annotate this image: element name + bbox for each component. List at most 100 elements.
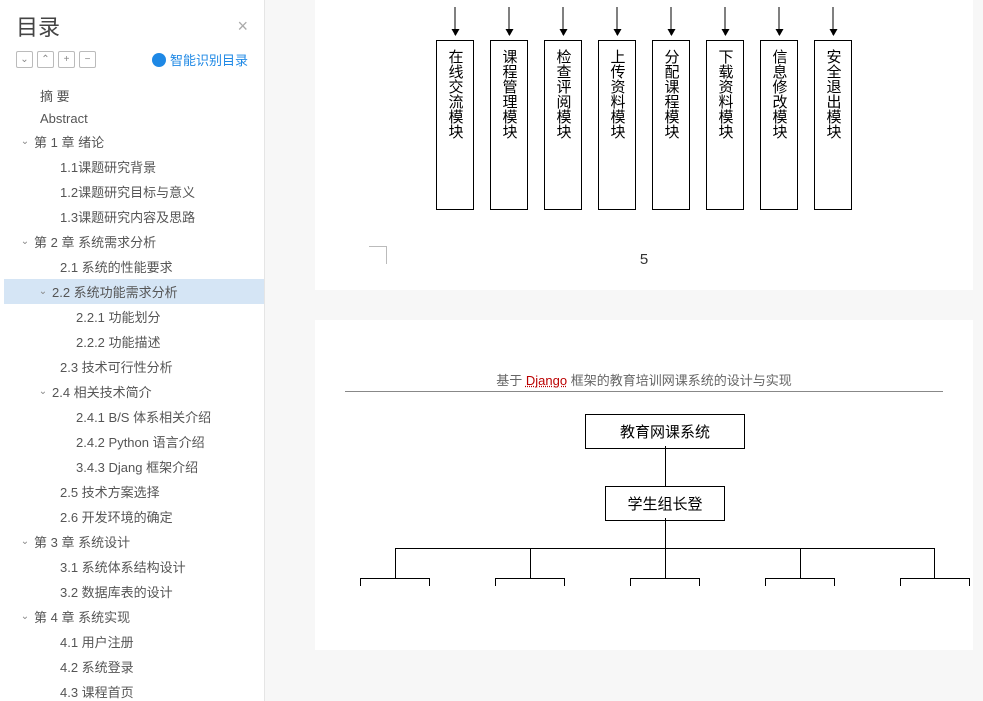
toolbar-icons: ⌄ ⌃ + − xyxy=(16,51,96,68)
diagram-connector xyxy=(665,518,666,548)
module-box: 安全退出模块 xyxy=(814,40,852,210)
toc-item[interactable]: 4.3 课程首页 xyxy=(4,679,264,701)
diagram-connector xyxy=(665,548,666,578)
toc-item[interactable]: ⌄第 4 章 系统实现 xyxy=(4,604,264,629)
module-label: 信息修改模块 xyxy=(769,49,790,139)
toc-item-label: 第 2 章 系统需求分析 xyxy=(32,232,156,251)
module-box: 上传资料模块 xyxy=(598,40,636,210)
toc-list[interactable]: 摘 要Abstract⌄第 1 章 绪论1.1课题研究背景1.2课题研究目标与意… xyxy=(0,79,264,701)
toc-item[interactable]: 摘 要 xyxy=(4,83,264,108)
diagram-box-partial xyxy=(495,578,565,586)
chevron-down-icon[interactable]: ⌄ xyxy=(18,611,32,622)
arrow-icon xyxy=(455,7,456,35)
diagram-box-partial xyxy=(360,578,430,586)
arrow-icon xyxy=(563,7,564,35)
toc-item-label: 2.5 技术方案选择 xyxy=(58,482,160,501)
diagram-box-partial xyxy=(765,578,835,586)
module-box: 分配课程模块 xyxy=(652,40,690,210)
toc-item-label: 2.4.1 B/S 体系相关介绍 xyxy=(74,407,211,426)
toc-item-label: 2.4 相关技术简介 xyxy=(50,382,152,401)
toc-title: 目录 xyxy=(16,10,60,42)
smart-label: 智能识别目录 xyxy=(170,50,248,69)
toc-item-label: 2.3 技术可行性分析 xyxy=(58,357,173,376)
module-label: 在线交流模块 xyxy=(445,49,466,139)
toc-item[interactable]: 4.2 系统登录 xyxy=(4,654,264,679)
arrow-icon xyxy=(509,7,510,35)
toc-item[interactable]: 1.1课题研究背景 xyxy=(4,154,264,179)
page-corner-mark xyxy=(369,246,387,264)
toc-item-label: 第 1 章 绪论 xyxy=(32,132,104,151)
module-label: 分配课程模块 xyxy=(661,49,682,139)
document-content: 在线交流模块 课程管理模块 检查评阅模块 上传资料模块 分配课程模块 下载资料模块 信息修改… xyxy=(265,0,983,701)
toc-item[interactable]: 3.1 系统体系结构设计 xyxy=(4,554,264,579)
toc-item[interactable]: Abstract xyxy=(4,108,264,129)
arrow-icon xyxy=(725,7,726,35)
module-box: 下载资料模块 xyxy=(706,40,744,210)
toc-item-label: 摘 要 xyxy=(38,86,70,105)
arrow-icon xyxy=(779,7,780,35)
toc-item[interactable]: 4.1 用户注册 xyxy=(4,629,264,654)
arrow-icon xyxy=(833,7,834,35)
toc-item-label: 2.2 系统功能需求分析 xyxy=(50,282,178,301)
expand-all-icon[interactable]: ⌄ xyxy=(16,51,33,68)
diagram-connector xyxy=(395,548,396,578)
django-link[interactable]: Django xyxy=(526,373,567,388)
toc-item[interactable]: 2.4.2 Python 语言介绍 xyxy=(4,429,264,454)
page-number: 5 xyxy=(640,251,648,268)
toc-item-label: 3.2 数据库表的设计 xyxy=(58,582,173,601)
module-label: 上传资料模块 xyxy=(607,49,628,139)
system-diagram: 教育网课系统 学生组长登 xyxy=(315,414,973,614)
toc-item[interactable]: 2.2.2 功能描述 xyxy=(4,329,264,354)
diagram-box-partial xyxy=(630,578,700,586)
module-label: 检查评阅模块 xyxy=(553,49,574,139)
toc-item-label: 3.4.3 Djang 框架介绍 xyxy=(74,457,198,476)
toc-sidebar: 目录 × ⌄ ⌃ + − 智能识别目录 摘 要Abstract⌄第 1 章 绪论… xyxy=(0,0,265,701)
toc-item[interactable]: ⌄第 1 章 绪论 xyxy=(4,129,264,154)
toc-item[interactable]: 3.2 数据库表的设计 xyxy=(4,579,264,604)
toc-item[interactable]: ⌄第 3 章 系统设计 xyxy=(4,529,264,554)
toc-item-label: 1.2课题研究目标与意义 xyxy=(58,182,195,201)
diagram-connector xyxy=(934,548,935,578)
toc-item-label: 4.1 用户注册 xyxy=(58,632,134,651)
toc-item-label: 4.3 课程首页 xyxy=(58,682,134,701)
toc-item[interactable]: ⌄第 2 章 系统需求分析 xyxy=(4,229,264,254)
toc-item-label: 2.1 系统的性能要求 xyxy=(58,257,173,276)
module-label: 课程管理模块 xyxy=(499,49,520,139)
toc-item-label: 1.3课题研究内容及思路 xyxy=(58,207,195,226)
toc-item-label: 第 4 章 系统实现 xyxy=(32,607,130,626)
header-suffix: 框架的教育培训网课系统的设计与实现 xyxy=(567,373,792,388)
toc-item[interactable]: 2.4.1 B/S 体系相关介绍 xyxy=(4,404,264,429)
chevron-down-icon[interactable]: ⌄ xyxy=(18,536,32,547)
smart-recognize-button[interactable]: 智能识别目录 xyxy=(152,50,248,69)
toc-item-label: 2.2.1 功能划分 xyxy=(74,307,161,326)
collapse-all-icon[interactable]: ⌃ xyxy=(37,51,54,68)
toc-header: 目录 × xyxy=(0,0,264,46)
toc-item[interactable]: 2.3 技术可行性分析 xyxy=(4,354,264,379)
chevron-down-icon[interactable]: ⌄ xyxy=(18,236,32,247)
add-icon[interactable]: + xyxy=(58,51,75,68)
close-icon[interactable]: × xyxy=(237,16,248,37)
toc-item[interactable]: 2.5 技术方案选择 xyxy=(4,479,264,504)
header-prefix: 基于 xyxy=(496,373,526,388)
toc-item[interactable]: 2.1 系统的性能要求 xyxy=(4,254,264,279)
chevron-down-icon[interactable]: ⌄ xyxy=(18,136,32,147)
chevron-down-icon[interactable]: ⌄ xyxy=(36,286,50,297)
remove-icon[interactable]: − xyxy=(79,51,96,68)
toc-item-label: 3.1 系统体系结构设计 xyxy=(58,557,186,576)
toc-item[interactable]: ⌄2.4 相关技术简介 xyxy=(4,379,264,404)
diagram-box-login: 学生组长登 xyxy=(605,486,725,521)
toc-item[interactable]: 2.2.1 功能划分 xyxy=(4,304,264,329)
page-header: 基于 Django 框架的教育培训网课系统的设计与实现 xyxy=(315,370,973,389)
module-label: 下载资料模块 xyxy=(715,49,736,139)
toc-item[interactable]: 3.4.3 Djang 框架介绍 xyxy=(4,454,264,479)
toc-item-label: 第 3 章 系统设计 xyxy=(32,532,130,551)
module-diagram: 在线交流模块 课程管理模块 检查评阅模块 上传资料模块 分配课程模块 下载资料模块 信息修改… xyxy=(315,0,973,210)
toc-item[interactable]: ⌄2.2 系统功能需求分析 xyxy=(4,279,264,304)
toc-item[interactable]: 2.6 开发环境的确定 xyxy=(4,504,264,529)
toc-item[interactable]: 1.3课题研究内容及思路 xyxy=(4,204,264,229)
toc-item[interactable]: 1.2课题研究目标与意义 xyxy=(4,179,264,204)
chevron-down-icon[interactable]: ⌄ xyxy=(36,386,50,397)
toc-item-label: 2.2.2 功能描述 xyxy=(74,332,161,351)
toc-item-label: 1.1课题研究背景 xyxy=(58,157,156,176)
module-box: 检查评阅模块 xyxy=(544,40,582,210)
